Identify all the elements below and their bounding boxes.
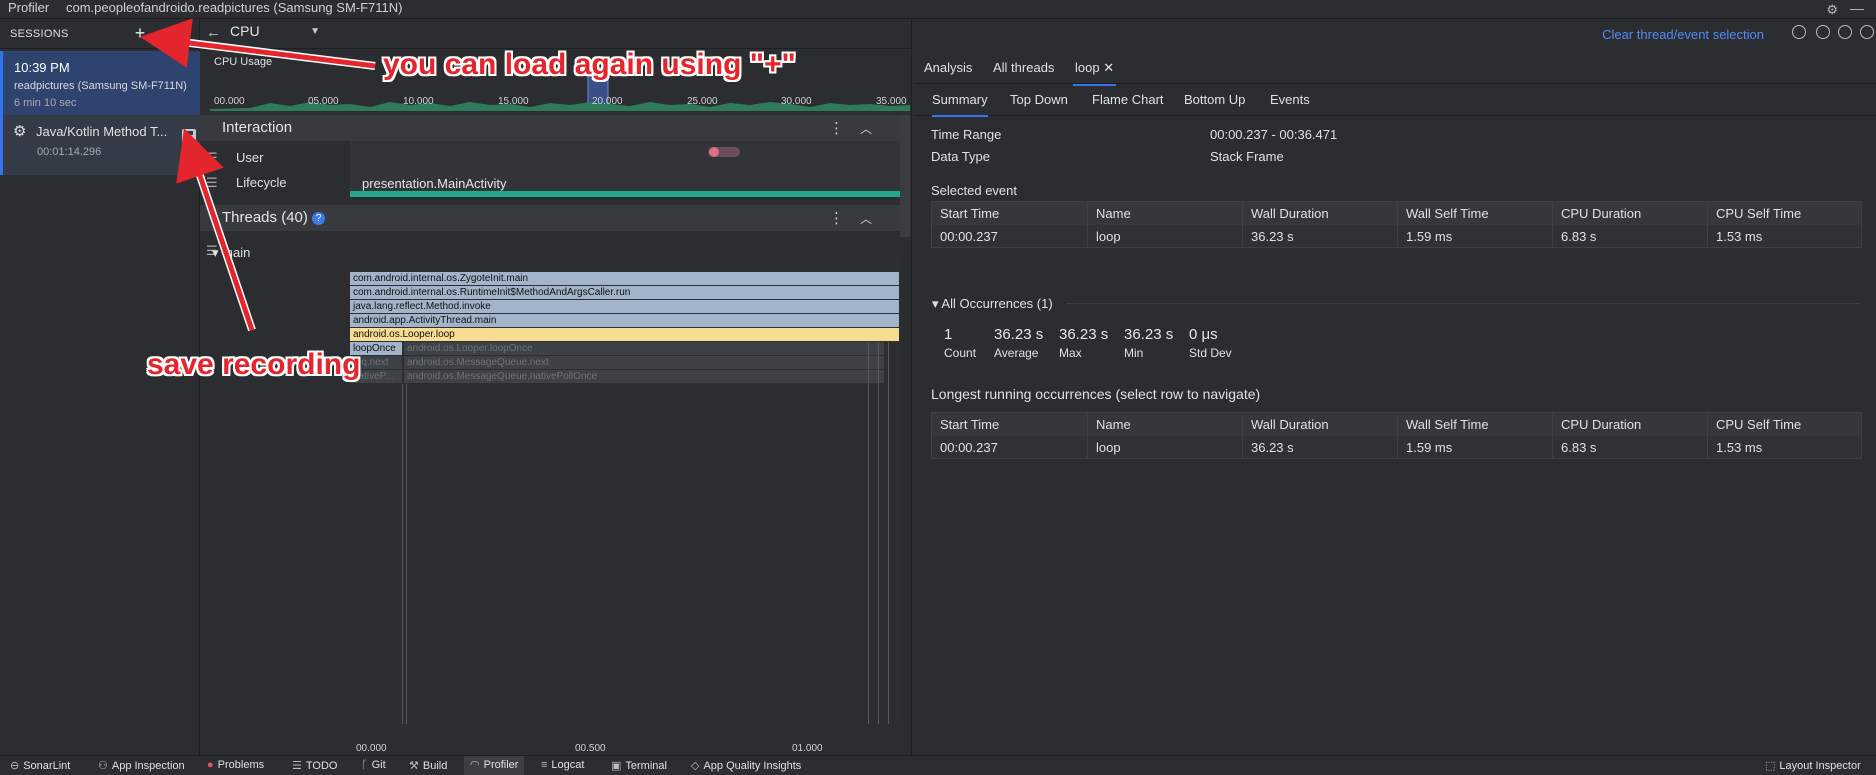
tool-build[interactable]: ⚒ Build [409,759,447,772]
tool-profiler[interactable]: ◠ Profiler [464,756,525,775]
logcat-icon: ≡ [541,759,548,771]
profiler-icon: ◠ [470,759,480,771]
annotation-load-again: you can load again using "+" [383,48,796,81]
tool-terminal[interactable]: ▣ Terminal [611,759,667,772]
tool-label: Git [371,759,386,771]
tool-sonarlint[interactable]: ⊖ SonarLint [10,759,70,772]
tool-layout-inspector[interactable]: ⬚ Layout Inspector [1765,759,1861,772]
annotation-save-recording: save recording [147,348,361,381]
tool-git[interactable]: ᚴ Git [361,759,386,771]
tool-label: Terminal [625,760,667,772]
tool-label: TODO [305,760,338,772]
layout-inspector-icon: ⬚ [1765,760,1776,772]
todo-icon: ☰ [292,760,302,772]
problems-icon: ● [207,759,214,771]
tool-label: App Quality Insights [703,760,802,772]
arrow-to-add-button [140,18,376,69]
tool-label: App Inspection [111,760,185,772]
arrow-to-save-icon [176,128,255,331]
inspection-icon: ⚇ [98,760,108,772]
tool-logcat[interactable]: ≡ Logcat [541,759,584,771]
hammer-icon: ⚒ [409,760,419,772]
tool-label: SonarLint [23,760,71,772]
terminal-icon: ▣ [611,760,622,772]
tool-label: Problems [217,759,265,771]
bottom-toolbar: ⊖ SonarLint ⚇ App Inspection ● Problems ☰ TO… [0,755,1876,775]
insights-icon: ◇ [691,760,700,772]
tool-label: Layout Inspector [1779,760,1861,772]
tool-label: Logcat [551,759,585,771]
annotation-arrows [140,18,376,332]
tool-app-inspection[interactable]: ⚇ App Inspection [98,759,185,772]
tool-todo[interactable]: ☰ TODO [292,759,337,772]
sonarlint-icon: ⊖ [10,760,20,772]
git-icon: ᚴ [361,759,368,771]
tool-label: Profiler [483,759,519,771]
tool-problems[interactable]: ● Problems [207,759,264,771]
tool-label: Build [422,760,448,772]
tool-app-quality-insights[interactable]: ◇ App Quality Insights [691,759,801,772]
